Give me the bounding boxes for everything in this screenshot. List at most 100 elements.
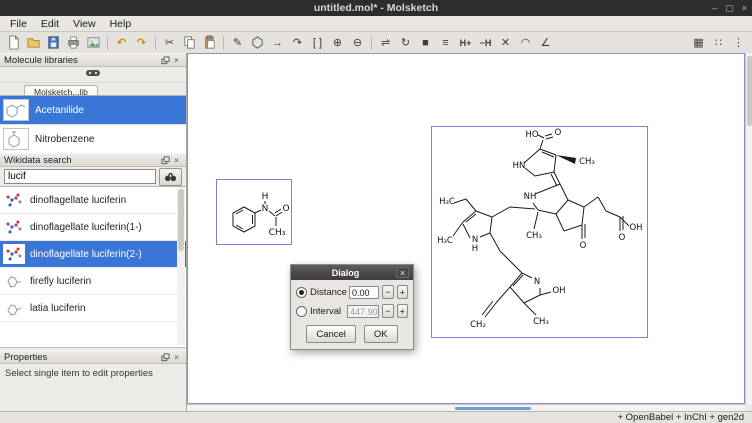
rotate-icon[interactable]: ↻ xyxy=(396,34,415,52)
result-item-firefly-luciferin[interactable]: firefly luciferin xyxy=(0,268,186,295)
svg-text:OH: OH xyxy=(629,223,642,233)
menu-file[interactable]: File xyxy=(3,17,34,31)
draw-bond-icon[interactable]: ✎ xyxy=(228,34,247,52)
delete-tool-icon[interactable]: ✕ xyxy=(496,34,515,52)
float-panel-icon[interactable] xyxy=(160,55,171,66)
canvas-horizontal-scrollbar-thumb[interactable] xyxy=(455,407,531,410)
ring-glyph xyxy=(250,35,265,50)
interval-radio[interactable] xyxy=(296,306,307,317)
export-image-icon[interactable] xyxy=(84,34,103,52)
acetanilide-structure: H N O CH₃ xyxy=(217,180,289,242)
toolbar: ↶ ↷ ✂ ✎ → ↷ [ ] ⊕ ⊖ ⇌ ↻ ■ ≡ H+ −H ✕ ◠ ∠ … xyxy=(0,32,752,54)
distance-row: Distance 0.00 − + xyxy=(296,285,408,299)
float-panel-icon[interactable] xyxy=(160,155,171,166)
ring-tool-icon[interactable] xyxy=(248,34,267,52)
library-item-label: Acetanilide xyxy=(35,105,84,116)
result-item-dinoflagellate-luciferin-1[interactable]: dinoflagellate luciferin(1-) xyxy=(0,214,186,241)
open-file-glyph xyxy=(26,35,41,50)
result-list-scrollbar[interactable] xyxy=(177,187,185,345)
align-icon[interactable]: ∷ xyxy=(709,34,728,52)
new-file-glyph xyxy=(6,35,21,50)
overflow-menu-icon[interactable]: ⋮ xyxy=(729,34,748,52)
close-panel-icon[interactable]: × xyxy=(171,55,182,66)
distance-increment-button[interactable]: + xyxy=(397,285,408,299)
open-file-icon[interactable] xyxy=(24,34,43,52)
cut-icon[interactable]: ✂ xyxy=(160,34,179,52)
svg-text:CH₃: CH₃ xyxy=(533,317,549,327)
export-image-glyph xyxy=(86,35,101,50)
lasso-select-icon[interactable]: ◠ xyxy=(516,34,535,52)
svg-text:CH₂: CH₂ xyxy=(470,320,486,330)
library-item-label: Nitrobenzene xyxy=(35,134,94,145)
dialog-title: Dialog xyxy=(295,268,396,278)
dialog-titlebar[interactable]: Dialog × xyxy=(291,265,413,280)
save-icon[interactable] xyxy=(44,34,63,52)
close-panel-icon[interactable]: × xyxy=(171,352,182,363)
interval-decrement-button[interactable]: − xyxy=(382,304,393,318)
minimize-button[interactable]: – xyxy=(712,0,717,16)
molecule-structure-icon xyxy=(3,298,25,318)
interval-increment-button[interactable]: + xyxy=(397,304,408,318)
new-file-icon[interactable] xyxy=(4,34,23,52)
dialog-close-button[interactable]: × xyxy=(396,267,409,278)
distance-decrement-button[interactable]: − xyxy=(382,285,393,299)
library-selector-icon[interactable] xyxy=(85,66,101,84)
result-item-dinoflagellate-luciferin-2[interactable]: dinoflagellate luciferin(2-) xyxy=(0,241,186,268)
menubar: File Edit View Help xyxy=(0,16,752,32)
svg-text:OH: OH xyxy=(552,286,565,296)
canvas-vertical-scrollbar[interactable] xyxy=(745,53,752,404)
add-hydrogen-icon[interactable]: H+ xyxy=(456,34,475,52)
result-item-latia-luciferin[interactable]: latia luciferin xyxy=(0,295,186,322)
library-item-acetanilide[interactable]: Acetanilide xyxy=(0,96,186,125)
charge-minus-icon[interactable]: ⊖ xyxy=(348,34,367,52)
search-input[interactable] xyxy=(4,169,156,184)
line-width-icon[interactable]: ≡ xyxy=(436,34,455,52)
paste-glyph xyxy=(202,35,217,50)
cancel-button[interactable]: Cancel xyxy=(306,325,356,343)
undo-icon[interactable]: ↶ xyxy=(112,34,131,52)
luciferin-molecule[interactable]: HO O HN CH₃ NH O OH O H₃C H₃C N H N OH C… xyxy=(431,126,648,338)
canvas-horizontal-scrollbar[interactable] xyxy=(187,404,745,411)
arrow-tool-icon[interactable]: → xyxy=(268,34,287,52)
menu-edit[interactable]: Edit xyxy=(34,17,66,31)
result-item-label: dinoflagellate luciferin(1-) xyxy=(30,222,142,233)
paste-icon[interactable] xyxy=(200,34,219,52)
result-item-label: dinoflagellate luciferin xyxy=(30,195,126,206)
canvas[interactable]: H N O CH₃ xyxy=(187,53,745,404)
reaction-arrow-icon[interactable]: ⇌ xyxy=(376,34,395,52)
menu-view[interactable]: View xyxy=(66,17,103,31)
copy-icon[interactable] xyxy=(180,34,199,52)
bracket-tool-icon[interactable]: [ ] xyxy=(308,34,327,52)
print-icon[interactable] xyxy=(64,34,83,52)
window-controls: – ▢ × xyxy=(712,0,747,16)
float-panel-icon[interactable] xyxy=(160,352,171,363)
maximize-button[interactable]: ▢ xyxy=(725,0,734,16)
redo-icon[interactable]: ↷ xyxy=(132,34,151,52)
canvas-vertical-scrollbar-thumb[interactable] xyxy=(747,56,752,126)
distance-value[interactable]: 0.00 xyxy=(349,286,379,299)
distance-label: Distance xyxy=(310,287,346,298)
ok-button[interactable]: OK xyxy=(364,325,398,343)
charge-plus-icon[interactable]: ⊕ xyxy=(328,34,347,52)
angle-tool-icon[interactable]: ∠ xyxy=(536,34,555,52)
mechanism-arrow-icon[interactable]: ↷ xyxy=(288,34,307,52)
close-panel-icon[interactable]: × xyxy=(171,155,182,166)
grid-icon[interactable]: ▦ xyxy=(689,34,708,52)
interval-value[interactable]: 447.90 xyxy=(347,305,379,318)
svg-text:HO: HO xyxy=(525,130,538,140)
svg-text:CH₃: CH₃ xyxy=(269,228,286,238)
result-item-dinoflagellate-luciferin[interactable]: dinoflagellate luciferin xyxy=(0,187,186,214)
result-item-label: firefly luciferin xyxy=(30,276,91,287)
distance-radio[interactable] xyxy=(296,287,307,298)
library-item-nitrobenzene[interactable]: Nitrobenzene xyxy=(0,125,186,154)
remove-hydrogen-icon[interactable]: −H xyxy=(476,34,495,52)
window-close-button[interactable]: × xyxy=(742,0,747,16)
wikidata-result-list: dinoflagellate luciferin dinoflagellate … xyxy=(0,186,186,348)
acetanilide-molecule[interactable]: H N O CH₃ xyxy=(216,179,292,245)
copy-glyph xyxy=(182,35,197,50)
color-swatch-icon[interactable]: ■ xyxy=(416,34,435,52)
menu-help[interactable]: Help xyxy=(103,17,139,31)
result-list-scrollbar-thumb[interactable] xyxy=(178,189,184,251)
search-button[interactable] xyxy=(159,168,182,186)
toolbar-separator xyxy=(223,36,224,50)
